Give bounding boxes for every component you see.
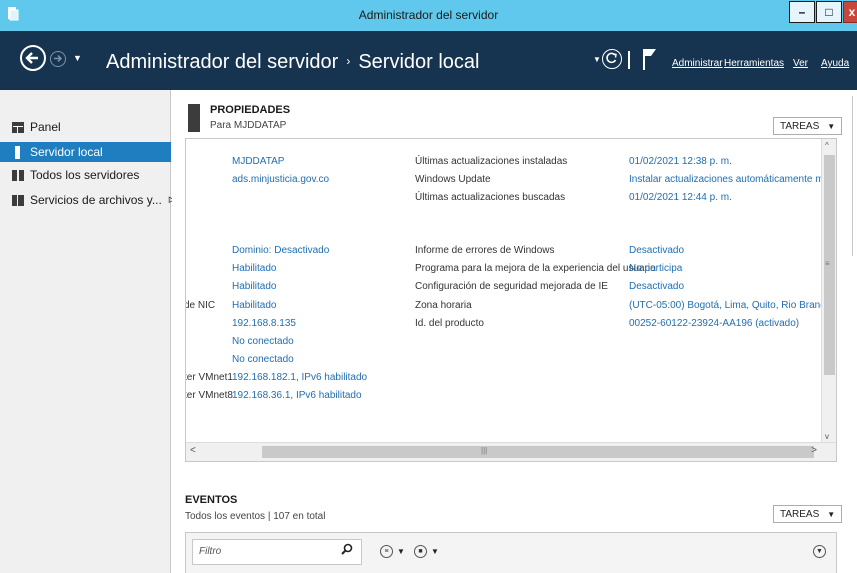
scroll-up-icon[interactable]: ^: [825, 141, 829, 150]
sidebar-item-panel[interactable]: Panel: [0, 117, 171, 137]
sidebar: Panel Servidor local Todos los servidore…: [0, 90, 175, 573]
menu-administrar[interactable]: Administrar: [672, 58, 723, 69]
ie-security-link[interactable]: Desactivado: [629, 281, 684, 292]
last-updates-checked-link[interactable]: 01/02/2021 12:44 p. m.: [629, 192, 732, 203]
header-bar: ▼ Administrador del servidor › Servidor lo…: [0, 31, 857, 90]
property-label: Windows Update: [415, 174, 491, 185]
scroll-grip-icon: ≡: [825, 259, 830, 268]
properties-tasks-dropdown[interactable]: TAREAS ▼: [773, 117, 843, 135]
chevron-down-icon: ▼: [827, 509, 836, 519]
sidebar-item-label: Todos los servidores: [30, 168, 140, 182]
sidebar-item-label: Servidor local: [30, 145, 103, 159]
events-title: EVENTOS: [185, 494, 238, 506]
property-label: Zona horaria: [415, 300, 472, 311]
properties-panel: de NIC ter VMnet1 ter VMnet8 MJDDATAP ad…: [185, 138, 837, 462]
breadcrumb-current: Servidor local: [358, 51, 480, 73]
tasks-label: TAREAS: [780, 508, 820, 520]
sidebar-item-servicios-de-archivos[interactable]: Servicios de archivos y... ᐅ: [0, 190, 175, 210]
file-services-icon: [12, 194, 24, 206]
ethernet2-link[interactable]: No conectado: [232, 336, 294, 347]
chevron-down-icon: ▼: [431, 547, 439, 556]
time-zone-link[interactable]: (UTC-05:00) Bogotá, Lima, Quito, Rio Bra…: [629, 300, 831, 311]
vmnet1-link[interactable]: 192.168.182.1, IPv6 habilitado: [232, 372, 367, 383]
vertical-scrollbar[interactable]: ^ ≡ v: [821, 139, 836, 443]
filter-input[interactable]: Filtro: [192, 539, 362, 565]
close-button[interactable]: x: [843, 1, 857, 23]
back-arrow-icon[interactable]: [20, 45, 46, 71]
scroll-right-icon[interactable]: >: [811, 445, 817, 456]
properties-title: PROPIEDADES: [210, 104, 291, 116]
property-label: ter VMnet8: [185, 390, 233, 401]
chevron-down-icon: ▼: [827, 121, 836, 131]
events-filter-bar: Filtro ≡ ▼ ■ ▼ ▼: [185, 532, 837, 573]
property-label: de NIC: [185, 300, 216, 311]
maximize-button[interactable]: □: [816, 1, 842, 23]
events-subtitle: Todos los eventos | 107 en total: [185, 511, 326, 522]
window-edge: [852, 96, 857, 256]
property-label: Id. del producto: [415, 318, 484, 329]
servers-icon: [12, 169, 24, 181]
computer-name-link[interactable]: MJDDATAP: [232, 156, 284, 167]
remote-desktop-link[interactable]: Habilitado: [232, 281, 276, 292]
forward-arrow-icon[interactable]: [50, 51, 66, 67]
breadcrumb: Administrador del servidor › Servidor loca…: [106, 51, 480, 74]
vmnet8-link[interactable]: 192.168.36.1, IPv6 habilitado: [232, 390, 362, 401]
sidebar-item-label: Servicios de archivos y...: [30, 193, 162, 207]
product-id-link[interactable]: 00252-60122-23924-AA196 (activado): [629, 318, 799, 329]
properties-section-icon: [188, 104, 200, 132]
menu-herramientas[interactable]: Herramientas: [724, 58, 784, 69]
main-content: PROPIEDADES Para MJDDATAP TAREAS ▼ de NIC…: [172, 90, 857, 573]
expand-section-icon[interactable]: ▼: [813, 545, 826, 558]
error-reporting-link[interactable]: Desactivado: [629, 245, 684, 256]
breadcrumb-root[interactable]: Administrador del servidor: [106, 51, 338, 73]
property-label: Últimas actualizaciones instaladas: [415, 156, 568, 167]
sidebar-item-todos-los-servidores[interactable]: Todos los servidores: [0, 165, 171, 185]
history-dropdown-icon[interactable]: ▼: [73, 53, 82, 63]
remote-management-link[interactable]: Habilitado: [232, 263, 276, 274]
menu-ayuda[interactable]: Ayuda: [821, 58, 849, 69]
tasks-label: TAREAS: [780, 120, 820, 132]
last-updates-installed-link[interactable]: 01/02/2021 12:38 p. m.: [629, 156, 732, 167]
menu-ver[interactable]: Ver: [793, 58, 808, 69]
save-query-icon: ■: [414, 545, 427, 558]
header-divider: [628, 51, 630, 69]
events-tasks-dropdown[interactable]: TAREAS ▼: [773, 505, 843, 523]
search-icon[interactable]: [341, 543, 353, 555]
window-title: Administrador del servidor: [358, 8, 499, 22]
property-label: Programa para la mejora de la experienci…: [415, 263, 656, 274]
breadcrumb-separator-icon: ›: [346, 54, 351, 68]
save-query-button[interactable]: ■ ▼: [414, 545, 439, 558]
property-label: ter VMnet1: [185, 372, 233, 383]
property-label: Informe de errores de Windows: [415, 245, 555, 256]
chevron-down-icon: ▼: [397, 547, 405, 556]
refresh-dropdown-icon[interactable]: ▼: [593, 55, 601, 64]
property-label: Configuración de seguridad mejorada de I…: [415, 281, 608, 292]
ethernet-link[interactable]: 192.168.8.135: [232, 318, 296, 329]
scroll-grip-icon: |||: [481, 446, 488, 455]
sidebar-item-servidor-local[interactable]: Servidor local: [0, 142, 171, 162]
title-bar: Administrador del servidor – □ x: [0, 0, 857, 31]
query-options-button[interactable]: ≡ ▼: [380, 545, 405, 558]
horizontal-scroll-thumb[interactable]: [262, 446, 814, 458]
horizontal-scrollbar[interactable]: < ||| >: [186, 442, 836, 461]
refresh-icon[interactable]: [602, 49, 622, 69]
minimize-button[interactable]: –: [789, 1, 815, 23]
server-icon: [15, 145, 20, 159]
firewall-link[interactable]: Dominio: Desactivado: [232, 245, 329, 256]
ceip-link[interactable]: No participa: [629, 263, 682, 274]
windows-update-link[interactable]: Instalar actualizaciones automáticamente…: [629, 174, 836, 185]
nic-teaming-link[interactable]: Habilitado: [232, 300, 276, 311]
notifications-flag-icon[interactable]: [642, 47, 658, 71]
sidebar-item-label: Panel: [30, 120, 61, 134]
list-options-icon: ≡: [380, 545, 393, 558]
domain-link[interactable]: ads.minjusticia.gov.co: [232, 174, 329, 185]
scroll-left-icon[interactable]: <: [190, 445, 196, 456]
scroll-down-icon[interactable]: v: [825, 432, 829, 441]
property-label: Últimas actualizaciones buscadas: [415, 192, 566, 203]
dashboard-grid-icon: [12, 121, 24, 133]
properties-subtitle: Para MJDDATAP: [210, 120, 287, 131]
ethernet3-link[interactable]: No conectado: [232, 354, 294, 365]
